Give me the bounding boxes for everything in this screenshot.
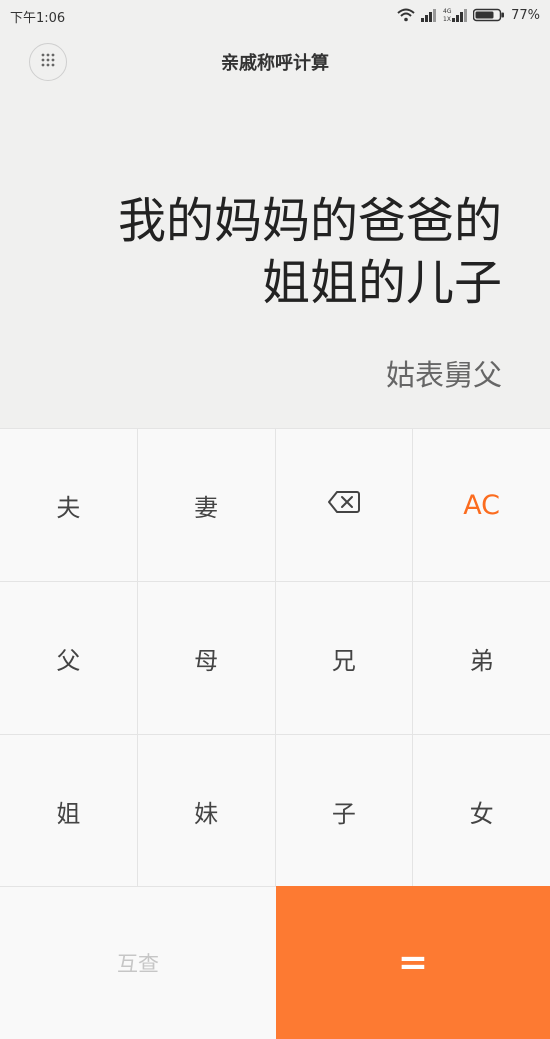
status-time: 下午1:06: [10, 11, 66, 26]
key-younger-brother[interactable]: 弟: [413, 581, 550, 734]
backspace-icon: [327, 490, 361, 520]
svg-text:1X: 1X: [443, 16, 451, 23]
expression-display: 我的妈妈的爸爸的 姐姐的儿子: [42, 190, 502, 314]
svg-text:4G: 4G: [443, 8, 452, 15]
wifi-icon: [397, 8, 415, 22]
backspace-button[interactable]: [275, 428, 414, 581]
battery-percent: 77%: [511, 7, 540, 23]
display-area: 亲戚称呼计算 我的妈妈的爸爸的 姐姐的儿子 姑表舅父: [0, 30, 550, 428]
key-son[interactable]: 子: [275, 734, 414, 887]
key-father[interactable]: 父: [0, 581, 138, 734]
key-daughter[interactable]: 女: [413, 734, 550, 887]
expression-line-1: 我的妈妈的爸爸的: [117, 193, 502, 249]
keypad: 夫 妻 AC 父 母 兄 弟 姐 妹 子 女 互查 =: [0, 428, 550, 1039]
clear-all-button[interactable]: AC: [413, 428, 550, 581]
keypad-row-3: 姐 妹 子 女: [0, 734, 550, 887]
status-bar: 下午1:06 4G 1X 77%: [0, 0, 550, 30]
page-title: 亲戚称呼计算: [221, 53, 329, 74]
status-icons: 4G 1X 77%: [397, 5, 540, 25]
equals-button[interactable]: =: [276, 886, 550, 1039]
key-wife[interactable]: 妻: [137, 428, 276, 581]
key-younger-sister[interactable]: 妹: [137, 734, 276, 887]
key-elder-sister[interactable]: 姐: [0, 734, 138, 887]
mutual-lookup-button[interactable]: 互查: [0, 886, 276, 1039]
relative-calculator-screen: 下午1:06 4G 1X 77% 亲戚称呼计算 我的妈妈的爸爸的 姐姐的儿子 姑…: [0, 0, 550, 1039]
keypad-bottom-row: 互查 =: [0, 886, 550, 1039]
keypad-row-2: 父 母 兄 弟: [0, 581, 550, 734]
key-elder-brother[interactable]: 兄: [275, 581, 414, 734]
key-husband[interactable]: 夫: [0, 428, 138, 581]
battery-icon: [473, 8, 505, 22]
signal-icon: [421, 8, 437, 22]
result-display: 姑表舅父: [385, 358, 502, 392]
keypad-row-1: 夫 妻 AC: [0, 428, 550, 581]
expression-line-2: 姐姐的儿子: [261, 255, 502, 311]
key-mother[interactable]: 母: [137, 581, 276, 734]
signal-4g-icon: 4G 1X: [443, 7, 468, 23]
